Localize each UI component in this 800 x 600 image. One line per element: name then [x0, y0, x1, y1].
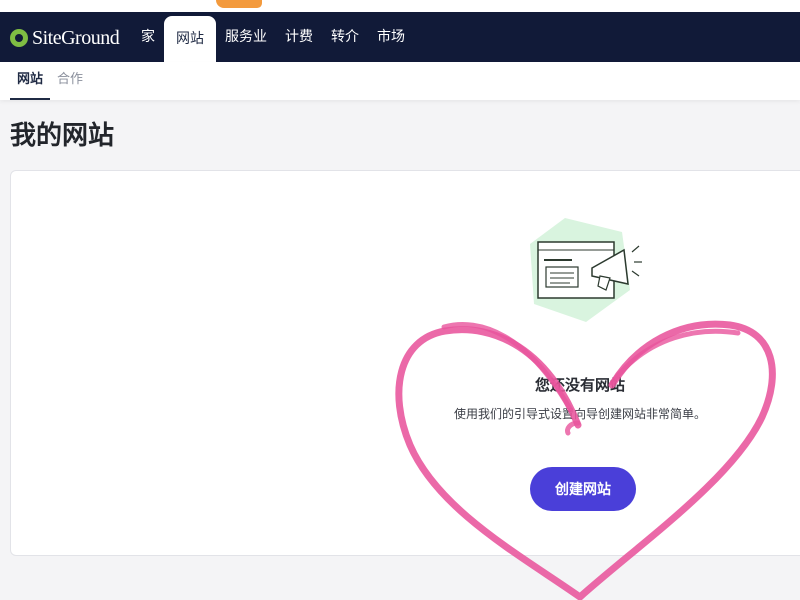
sub-navbar: 网站 合作 [0, 62, 800, 100]
page-title: 我的网站 [10, 121, 115, 151]
website-megaphone-icon [530, 218, 642, 322]
empty-state-description: 使用我们的引导式设置向导创建网站非常简单。 [453, 407, 706, 421]
nav-item-services[interactable]: 服务业 [216, 12, 276, 62]
top-navbar: SiteGround 家 网站 服务业 计费 转介 市场 [0, 12, 800, 62]
top-strip [0, 0, 800, 12]
tab-websites[interactable]: 网站 [10, 62, 51, 100]
create-website-button[interactable]: 创建网站 [530, 467, 636, 511]
tab-collaboration[interactable]: 合作 [50, 62, 90, 100]
page: SiteGround 家 网站 服务业 计费 转介 市场 网站 合作 我的网站 [0, 0, 800, 600]
sound-line-3 [631, 270, 640, 277]
logo-text: SiteGround [32, 27, 120, 49]
websites-card [10, 170, 800, 556]
sub-nav-tabs: 网站 合作 [10, 62, 90, 100]
nav-item-marketplace[interactable]: 市场 [368, 12, 414, 62]
nav-item-referral[interactable]: 转介 [322, 12, 368, 62]
siteground-logo[interactable]: SiteGround [10, 25, 120, 51]
nav-item-billing[interactable]: 计费 [276, 12, 322, 62]
browser-content-box [545, 266, 579, 288]
orange-scribble [216, 0, 262, 8]
sound-line-1 [631, 245, 640, 253]
nav-item-websites[interactable]: 网站 [164, 16, 216, 62]
siteground-logo-icon [10, 29, 28, 47]
nav-item-home[interactable]: 家 [132, 12, 164, 62]
main-nav: 家 网站 服务业 计费 转介 市场 [132, 12, 414, 62]
empty-state-title: 您还没有网站 [534, 376, 625, 394]
